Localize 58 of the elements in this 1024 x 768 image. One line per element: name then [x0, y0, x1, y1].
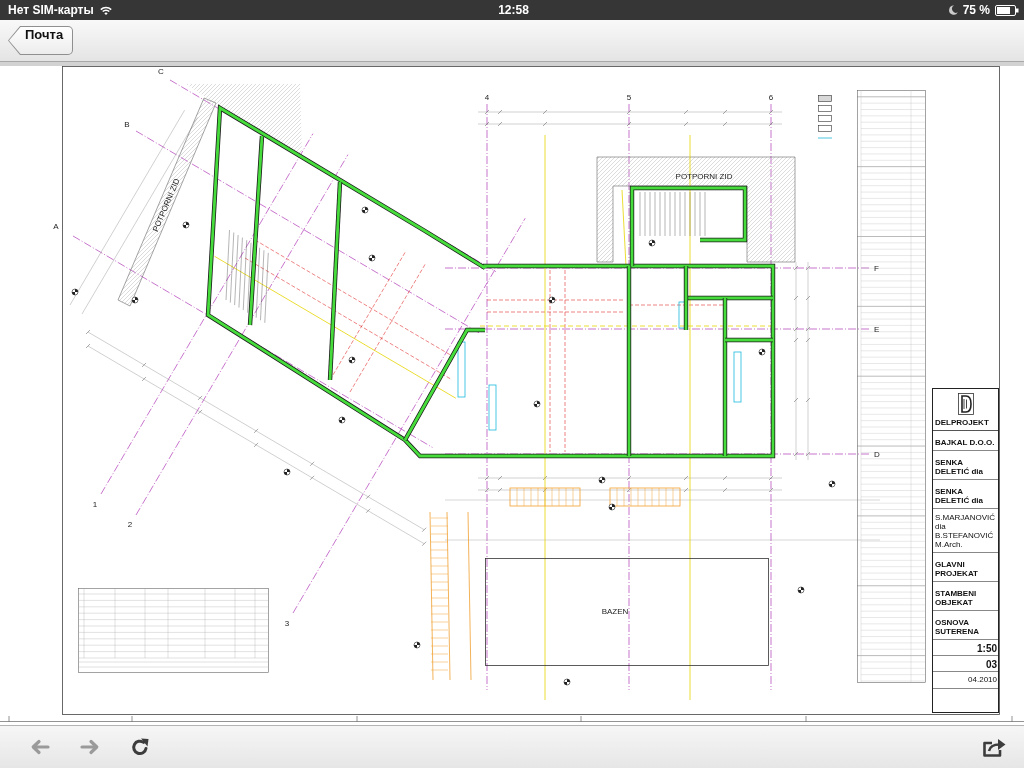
grid-label: 5: [626, 93, 632, 102]
grid-label: 1: [92, 500, 98, 509]
pool-label: BAZEN: [601, 607, 629, 616]
grid-label: 3: [284, 619, 290, 628]
title-block-text: STAMBENI OBJEKAT: [935, 589, 978, 607]
level-marker-icon: [598, 476, 606, 484]
level-marker-icon: [348, 356, 356, 364]
grid-label: 4: [484, 93, 490, 102]
battery-percent: 75 %: [962, 3, 990, 17]
level-marker-icon: [182, 221, 190, 229]
moon-icon: [948, 5, 958, 15]
steps-drawing: [609, 487, 681, 507]
level-marker-icon: [361, 206, 369, 214]
status-time: 12:58: [498, 3, 529, 17]
carrier-name: Нет SIM-карты: [8, 3, 94, 17]
title-block-text: OSNOVA SUTERENA: [935, 618, 980, 636]
level-marker-icon: [548, 296, 556, 304]
arrow-left-icon: [30, 739, 50, 755]
grid-label: E: [874, 325, 880, 334]
level-marker-icon: [413, 641, 421, 649]
author-names: S.MARJANOVIĆ dia B.STEFANOVIĆ M.Arch.: [935, 513, 996, 549]
grid-label: 6: [768, 93, 774, 102]
grid-label: 2: [127, 520, 133, 529]
grid-label: D: [874, 450, 880, 459]
title-block-number: 1:50: [977, 643, 997, 654]
grid-label: A: [53, 222, 59, 231]
level-marker-icon: [608, 503, 616, 511]
grid-label: C: [158, 67, 164, 76]
level-marker-icon: [828, 480, 836, 488]
wifi-icon: [99, 5, 112, 15]
reload-icon: [130, 738, 150, 756]
level-marker-icon: [368, 254, 376, 262]
arrow-right-icon: [80, 739, 100, 755]
title-block-number: 03: [985, 659, 997, 670]
back-button[interactable]: Почта: [8, 26, 74, 55]
company-logo-icon: [958, 393, 974, 415]
title-block-text: GLAVNI PROJEKAT: [935, 560, 979, 578]
company-name: DELPROJEKT: [935, 418, 989, 427]
grid-label: B: [124, 120, 130, 129]
drawing-date: 04.2010: [968, 675, 997, 684]
level-marker-icon: [797, 586, 805, 594]
title-block-text: SENKA DELETIĆ dia: [935, 487, 984, 505]
level-marker-icon: [71, 288, 79, 296]
title-block-text: SENKA DELETIĆ dia: [935, 458, 984, 476]
wall-label: POTPORNI ZID: [675, 172, 733, 181]
level-marker-icon: [338, 416, 346, 424]
level-marker-icon: [648, 239, 656, 247]
share-icon: [981, 737, 1007, 757]
level-marker-icon: [563, 678, 571, 686]
battery-icon: [995, 4, 1019, 16]
level-marker-icon: [283, 468, 291, 476]
level-marker-icon: [131, 296, 139, 304]
grid-label: F: [874, 264, 879, 273]
title-block-text: BAJKAL D.O.O.: [935, 438, 996, 447]
level-marker-icon: [758, 348, 766, 356]
level-marker-icon: [533, 400, 541, 408]
steps-drawing: [509, 487, 581, 507]
legend-drawing: [817, 95, 833, 139]
